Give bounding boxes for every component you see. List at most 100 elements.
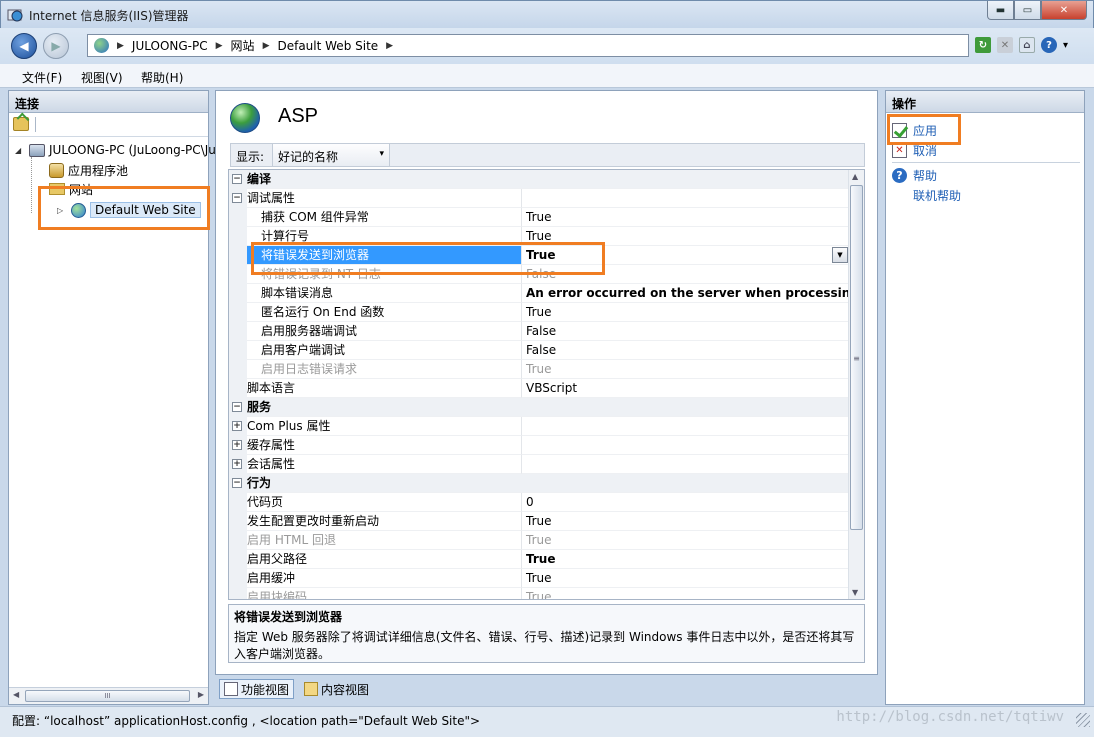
property-name-cell[interactable]: 启用 HTML 回退 (229, 531, 521, 550)
tree-item-sites[interactable]: 网站 (49, 180, 93, 198)
address-breadcrumb[interactable]: ▶ JULOONG-PC ▶ 网站 ▶ Default Web Site ▶ (87, 34, 969, 57)
property-value[interactable]: False (521, 322, 850, 341)
action-apply[interactable]: 应用 (892, 122, 937, 139)
property-value[interactable]: True (521, 531, 850, 550)
property-name-cell[interactable]: − 服务 (229, 398, 521, 417)
connections-hscrollbar[interactable]: ◀ III ▶ (9, 687, 208, 704)
dropdown-arrow-icon[interactable]: ▾ (379, 149, 384, 159)
collapse-arrow-icon[interactable]: ◢ (15, 146, 25, 155)
online-help-link[interactable]: 联机帮助 (913, 187, 961, 204)
property-value[interactable]: VBScript (521, 379, 850, 398)
property-value[interactable]: True (521, 303, 850, 322)
tab-label-content[interactable]: 内容视图 (321, 681, 369, 698)
tree-label-sites[interactable]: 网站 (69, 181, 93, 198)
property-row[interactable]: 启用 HTML 回退 True (229, 531, 850, 550)
help-dropdown-icon[interactable]: ▾ (1063, 40, 1068, 51)
property-category[interactable]: − 服务 (229, 398, 850, 417)
scroll-up-icon[interactable]: ▲ (852, 172, 858, 181)
breadcrumb-sites[interactable]: 网站 (231, 37, 255, 54)
menu-file[interactable]: 文件(F) (22, 69, 62, 86)
property-row[interactable]: 脚本错误消息 An error occurred on the server wh… (229, 284, 850, 303)
property-row[interactable]: 启用父路径 True (229, 550, 850, 569)
property-value[interactable]: True (521, 512, 850, 531)
property-name-cell[interactable]: 匿名运行 On End 函数 (229, 303, 521, 322)
property-name-cell[interactable]: 启用服务器端调试 (229, 322, 521, 341)
property-row[interactable]: 代码页 0 (229, 493, 850, 512)
property-name-cell[interactable]: − 编译 (229, 170, 521, 189)
stop-icon[interactable]: ✕ (997, 37, 1013, 53)
property-name-cell[interactable]: 代码页 (229, 493, 521, 512)
property-category[interactable]: − 行为 (229, 474, 850, 493)
expand-arrow-icon[interactable]: ▷ (57, 206, 67, 215)
property-name-cell[interactable]: 启用客户端调试 (229, 341, 521, 360)
property-row[interactable]: 计算行号 True (229, 227, 850, 246)
action-online-help[interactable]: 联机帮助 (913, 187, 961, 204)
property-row[interactable]: 启用客户端调试 False (229, 341, 850, 360)
home-icon[interactable]: ⌂ (1019, 37, 1035, 53)
tree-label-site[interactable]: Default Web Site (90, 202, 201, 218)
breadcrumb-site[interactable]: Default Web Site (277, 39, 378, 53)
property-name-cell[interactable]: + 缓存属性 (229, 436, 521, 455)
forward-button[interactable]: ▶ (43, 33, 69, 59)
property-row[interactable]: 捕获 COM 组件异常 True (229, 208, 850, 227)
property-row[interactable]: 匿名运行 On End 函数 True (229, 303, 850, 322)
action-cancel[interactable]: ✕ 取消 (892, 142, 937, 159)
property-name-cell[interactable]: 脚本语言 (229, 379, 521, 398)
tab-content-view[interactable]: 内容视图 (300, 679, 373, 699)
scroll-right-icon[interactable]: ▶ (198, 690, 204, 699)
property-value[interactable]: False (521, 341, 850, 360)
property-value[interactable]: True (521, 360, 850, 379)
property-name-cell[interactable]: 启用父路径 (229, 550, 521, 569)
help-link[interactable]: 帮助 (913, 167, 937, 184)
resize-grip-icon[interactable] (1076, 713, 1090, 727)
property-name-cell[interactable]: 将错误记录到 NT 日志 (229, 265, 521, 284)
breadcrumb-separator[interactable]: ▶ (117, 41, 124, 51)
scroll-down-icon[interactable]: ▼ (852, 588, 858, 597)
property-row[interactable]: 启用块编码 True (229, 588, 850, 599)
property-row[interactable]: 启用日志错误请求 True (229, 360, 850, 379)
expand-icon[interactable]: + (232, 440, 242, 450)
value-dropdown-icon[interactable]: ▼ (832, 247, 848, 263)
breadcrumb-separator[interactable]: ▶ (216, 41, 223, 51)
property-value[interactable]: True (521, 208, 850, 227)
property-row[interactable]: − 调试属性 (229, 189, 850, 208)
property-name-cell[interactable]: 计算行号 (229, 227, 521, 246)
property-name-cell[interactable]: − 调试属性 (229, 189, 521, 208)
help-icon[interactable]: ? (1041, 37, 1057, 53)
property-name-cell[interactable]: 启用日志错误请求 (229, 360, 521, 379)
property-value[interactable]: True (521, 588, 850, 599)
breadcrumb-separator[interactable]: ▶ (386, 41, 393, 51)
scroll-thumb[interactable]: ≡ (850, 185, 863, 530)
cancel-link[interactable]: 取消 (913, 142, 937, 159)
property-row[interactable]: 启用服务器端调试 False (229, 322, 850, 341)
property-row[interactable]: 发生配置更改时重新启动 True (229, 512, 850, 531)
maximize-button[interactable]: ▭ (1014, 1, 1041, 20)
property-name-cell[interactable]: 将错误发送到浏览器 (229, 246, 521, 265)
back-button[interactable]: ◀ (11, 33, 37, 59)
scroll-thumb[interactable]: III (25, 690, 190, 702)
collapse-icon[interactable]: − (232, 402, 242, 412)
refresh-icon[interactable]: ↻ (975, 37, 991, 53)
menu-view[interactable]: 视图(V) (81, 69, 123, 86)
expand-icon[interactable]: + (232, 459, 242, 469)
property-row[interactable]: + Com Plus 属性 (229, 417, 850, 436)
action-help[interactable]: ? 帮助 (892, 167, 937, 184)
apply-link[interactable]: 应用 (913, 122, 937, 139)
collapse-icon[interactable]: − (232, 174, 242, 184)
tab-features-view[interactable]: 功能视图 (219, 679, 295, 699)
minimize-button[interactable]: ▬ (987, 1, 1014, 20)
scroll-left-icon[interactable]: ◀ (13, 690, 19, 699)
property-value[interactable]: 0 (521, 493, 850, 512)
property-value[interactable]: An error occurred on the server when pro… (521, 284, 850, 303)
property-row[interactable]: + 会话属性 (229, 455, 850, 474)
property-value[interactable]: True (521, 246, 850, 265)
property-name-cell[interactable]: 捕获 COM 组件异常 (229, 208, 521, 227)
property-value[interactable]: False (521, 265, 850, 284)
property-name-cell[interactable]: 启用缓冲 (229, 569, 521, 588)
property-grid-scrollbar[interactable]: ▲ ≡ ▼ (848, 170, 864, 599)
property-category[interactable]: − 编译 (229, 170, 850, 189)
tree-item-default-web-site[interactable]: ▷ Default Web Site (57, 201, 201, 219)
menu-help[interactable]: 帮助(H) (141, 69, 183, 86)
create-connection-icon[interactable] (13, 117, 29, 131)
close-button[interactable]: ✕ (1041, 1, 1087, 20)
